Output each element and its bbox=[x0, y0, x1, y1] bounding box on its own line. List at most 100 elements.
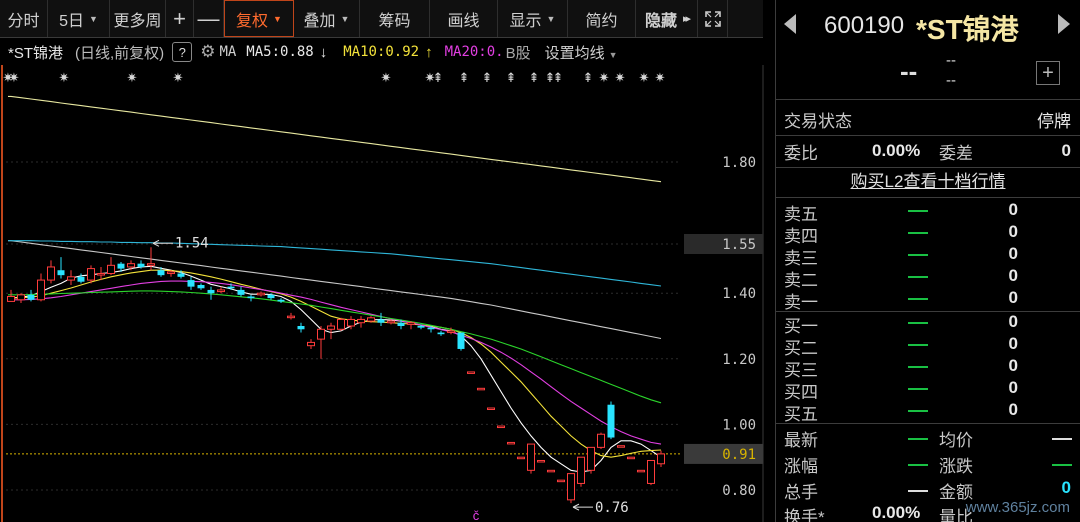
candle-body-up bbox=[617, 445, 625, 448]
candle-body-down bbox=[227, 286, 235, 289]
zoom-out-button[interactable]: — bbox=[194, 0, 224, 37]
watermark: www.365jz.com bbox=[965, 499, 1070, 516]
help-icon[interactable]: ? bbox=[172, 42, 193, 62]
order-book-buy3: 买三 0 bbox=[776, 356, 1080, 380]
candle-body-down bbox=[397, 322, 405, 326]
ask-label: 卖一 bbox=[784, 293, 818, 312]
stat-row-latest: 最新 均价 bbox=[776, 426, 1080, 452]
simple-mode-button[interactable]: 简约 bbox=[568, 0, 636, 37]
change-value bbox=[1052, 464, 1072, 466]
change-pct-label: 涨幅 bbox=[784, 457, 818, 476]
candle-body-up bbox=[127, 263, 135, 268]
add-watchlist-button[interactable]: + bbox=[1036, 61, 1060, 85]
candle-body-up bbox=[307, 341, 315, 347]
candle-body-up bbox=[37, 279, 45, 301]
y-axis-label: 1.20 bbox=[722, 352, 756, 368]
candle-body-up bbox=[7, 295, 15, 302]
weibi-value: 0.00% bbox=[872, 141, 921, 160]
ask-price bbox=[908, 254, 928, 256]
candle-body-down bbox=[267, 294, 275, 299]
display-dropdown[interactable]: 显示 ▼ bbox=[498, 0, 568, 37]
event-marker: ⇞ bbox=[433, 70, 444, 85]
zoom-in-button[interactable]: + bbox=[166, 0, 194, 37]
candle-body-up bbox=[487, 407, 495, 410]
caret-down-icon: ▼ bbox=[88, 13, 98, 24]
buy-l2-link[interactable]: 购买L2查看十档行情 bbox=[776, 168, 1080, 196]
kline-chart[interactable]: ✷✷ ✷ ✷ ✷ ✷ ✷⇞ ⇞ ⇞ ⇞ ⇞ ⇞⇞ ⇞ ✷ ✷ ✷ ✷ 1.540.761.801.551.40… bbox=[0, 65, 765, 522]
candle-body-up bbox=[497, 425, 505, 429]
latest-value bbox=[908, 438, 928, 440]
candle-body-down bbox=[137, 263, 145, 267]
candle-body-down bbox=[457, 332, 465, 349]
y-axis-label: 1.80 bbox=[722, 155, 756, 171]
order-book-buy5: 买五 0 bbox=[776, 400, 1080, 424]
y-axis-label: 1.55 bbox=[722, 237, 756, 253]
candle-body-down bbox=[607, 404, 615, 438]
candle-body-up bbox=[517, 456, 525, 460]
event-marker: ✷ bbox=[59, 70, 70, 85]
caret-down-icon: ▼ bbox=[608, 49, 618, 60]
ask-price bbox=[908, 298, 928, 300]
candle-body-up bbox=[107, 264, 115, 275]
y-axis-label: 1.00 bbox=[722, 417, 756, 433]
adjust-price-dropdown[interactable]: 复权 ▼ bbox=[224, 0, 294, 37]
b-share-label[interactable]: B股 bbox=[506, 42, 531, 63]
ask-price bbox=[908, 276, 928, 278]
bid-volume: 0 bbox=[1008, 356, 1018, 375]
divider bbox=[776, 197, 1080, 198]
candle-body-down bbox=[157, 270, 165, 276]
candle-body-down bbox=[207, 289, 215, 294]
candle-body-down bbox=[377, 319, 385, 323]
avg-price-value bbox=[1052, 438, 1072, 440]
event-marker: ✷ bbox=[381, 70, 392, 85]
overlay-dropdown[interactable]: 叠加 ▼ bbox=[294, 0, 360, 37]
order-book-sell5: 卖五 0 bbox=[776, 200, 1080, 224]
candle-body-down bbox=[247, 296, 255, 299]
stock-code: 600190 bbox=[824, 12, 905, 39]
event-marker: ⇞ bbox=[506, 70, 517, 85]
event-marker: ⇞ bbox=[553, 70, 564, 85]
next-stock-icon[interactable] bbox=[1058, 14, 1070, 34]
last-price: -- bbox=[900, 56, 918, 86]
hide-panel-button[interactable]: 隐藏 ▸▸ bbox=[636, 0, 698, 37]
bid-label: 买五 bbox=[784, 405, 818, 424]
candle-body-up bbox=[447, 330, 455, 333]
ask-volume: 0 bbox=[1008, 288, 1018, 307]
set-ma-dropdown[interactable]: 设置均线 ▼ bbox=[545, 42, 618, 63]
event-marker: ⇞ bbox=[482, 70, 493, 85]
ma10-value: MA10:0.92 bbox=[343, 44, 420, 60]
candle-body-up bbox=[647, 459, 655, 484]
candle-body-up bbox=[577, 456, 585, 484]
candle-body-up bbox=[407, 322, 415, 325]
candle-body-down bbox=[277, 299, 285, 302]
order-book-buy4: 买四 0 bbox=[776, 378, 1080, 402]
ask-volume: 0 bbox=[1008, 266, 1018, 285]
y-axis-current-label: 0.91 bbox=[722, 447, 756, 463]
bid-volume: 0 bbox=[1008, 378, 1018, 397]
high-marker-label: 1.54 bbox=[175, 235, 209, 251]
quote-panel: 600190 *ST锦港 -- -- -- + 交易状态 停牌 委比 0.00%… bbox=[775, 0, 1080, 522]
prev-stock-icon[interactable] bbox=[784, 14, 796, 34]
candle-body-up bbox=[527, 443, 535, 471]
stock-name: *ST锦港 bbox=[916, 14, 1019, 45]
candle-body-up bbox=[257, 292, 265, 296]
caret-down-icon: ▼ bbox=[340, 13, 350, 24]
expand-icon[interactable] bbox=[698, 0, 728, 37]
candle-body-down bbox=[57, 270, 65, 276]
bid-volume: 0 bbox=[1008, 400, 1018, 419]
candle-body-up bbox=[467, 371, 475, 374]
tab-more-period[interactable]: 更多周 bbox=[110, 0, 166, 37]
bid-volume: 0 bbox=[1008, 334, 1018, 353]
candle-body-down bbox=[237, 289, 245, 295]
tab-intraday[interactable]: 分时 bbox=[0, 0, 48, 37]
gear-icon[interactable]: ⚙ bbox=[200, 42, 215, 62]
event-marker: ⇞ bbox=[529, 70, 540, 85]
tab-5day[interactable]: 5日 ▼ bbox=[48, 0, 110, 37]
candle-body-up bbox=[287, 315, 295, 319]
y-axis-label: 1.40 bbox=[722, 286, 756, 302]
chip-button[interactable]: 筹码 bbox=[360, 0, 430, 37]
event-marker: ✷ bbox=[639, 70, 650, 85]
draw-line-button[interactable]: 画线 bbox=[430, 0, 498, 37]
bid-price bbox=[908, 388, 928, 390]
candle-body-up bbox=[167, 271, 175, 275]
